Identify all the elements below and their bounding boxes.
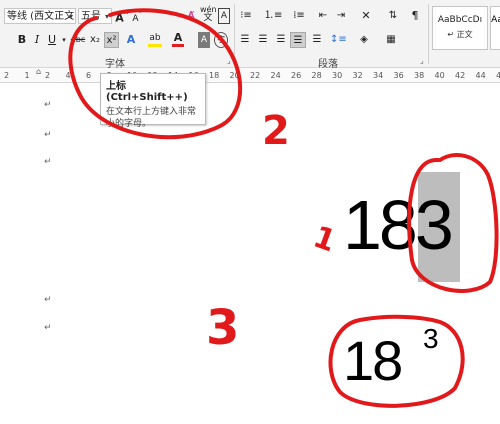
red-ink-annotations: [68, 8, 499, 408]
ink-circle-selection: [407, 153, 499, 293]
annotation-label-3: 3: [206, 300, 240, 356]
ink-circle-result: [328, 314, 465, 408]
annotation-label-2: 2: [262, 108, 290, 154]
ink-circle-superscript: [68, 8, 243, 140]
